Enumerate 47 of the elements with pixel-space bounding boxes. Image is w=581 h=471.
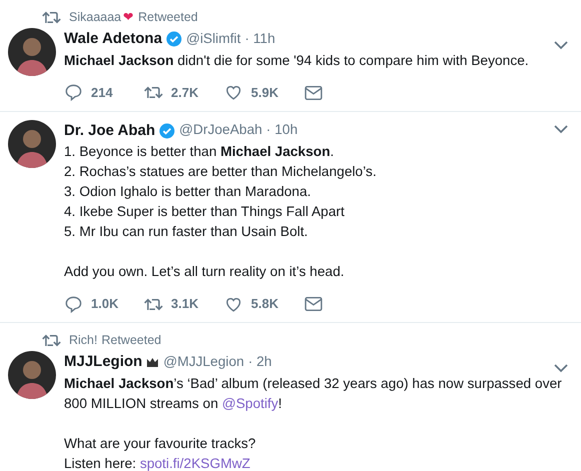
- author-name[interactable]: Wale Adetona: [64, 28, 162, 50]
- tweet-link[interactable]: @Spotify: [222, 396, 278, 410]
- author-handle[interactable]: @DrJoeAbah: [179, 120, 262, 142]
- retweet-icon[interactable]: [144, 296, 163, 312]
- tweet-text: 2. Rochas’s statues are better than Michelangelo’s.: [64, 163, 378, 181]
- caret-icon[interactable]: [553, 40, 569, 50]
- reply-count: 214: [91, 84, 113, 102]
- retweet-count: 2.7K: [171, 84, 198, 102]
- retweet-icon: [42, 10, 61, 24]
- retweeter-name[interactable]: Rich!: [69, 330, 98, 350]
- retweet-icon: [42, 332, 61, 348]
- author-name[interactable]: MJJLegion: [64, 351, 142, 374]
- retweet-icon[interactable]: [144, 85, 163, 100]
- heart-emoji: ❤: [123, 8, 134, 26]
- avatar[interactable]: [8, 28, 56, 76]
- mail-icon[interactable]: [304, 84, 323, 100]
- author-handle[interactable]: @iSlimfit: [186, 28, 241, 50]
- like-count: 5.9K: [251, 84, 278, 102]
- mail-icon[interactable]: [304, 296, 323, 312]
- retweet-count: 3.1K: [171, 295, 198, 314]
- retweeter-name[interactable]: Sikaaaaa: [69, 8, 122, 26]
- retweeted-label: Retweeted: [101, 332, 162, 349]
- caret-icon[interactable]: [553, 124, 569, 134]
- caret-icon[interactable]: [553, 363, 569, 373]
- tweet-text: Add you own. Let’s all turn reality on it’s head.: [64, 263, 346, 281]
- tweet-text: What are your favourite tracks?: [64, 434, 257, 453]
- like-count: 5.8K: [251, 295, 278, 314]
- tweet-text: Michael Jackson’s ‘Bad’ album (released 32 years ago) has now surpassed over 800 MILLION streams on @Spotify!: [64, 374, 563, 413]
- heart-icon[interactable]: [224, 83, 243, 102]
- retweeted-label: Retweeted: [138, 8, 198, 26]
- avatar[interactable]: [8, 351, 56, 399]
- tweet-text: Michael Jackson didn't die for some '94 kids to compare him with Beyonce.: [64, 52, 530, 70]
- tweet-time[interactable]: · 2h: [248, 352, 272, 373]
- author-handle[interactable]: @MJJLegion: [163, 352, 244, 373]
- tweet-text: Listen here: spoti.fi/2KSGMwZ: [64, 454, 252, 471]
- tweet-text: 5. Mr Ibu can run faster than Usain Bolt.: [64, 223, 309, 241]
- tweet-text: 1. Beyonce is better than Michael Jackson.: [64, 143, 335, 161]
- tweet-time[interactable]: · 10h: [266, 120, 298, 142]
- author-name[interactable]: Dr. Joe Abah: [64, 120, 156, 142]
- tweet-text: 3. Odion Ighalo is better than Maradona.: [64, 183, 312, 201]
- reply-count: 1.0K: [91, 295, 118, 314]
- tweet-text: 4. Ikebe Super is better than Things Fall Apart: [64, 203, 346, 221]
- reply-icon[interactable]: [64, 294, 83, 314]
- avatar[interactable]: [8, 120, 56, 168]
- tweet-link[interactable]: spoti.fi/2KSGMwZ: [140, 456, 250, 470]
- reply-icon[interactable]: [64, 83, 83, 102]
- tweet-time[interactable]: · 11h: [244, 28, 276, 50]
